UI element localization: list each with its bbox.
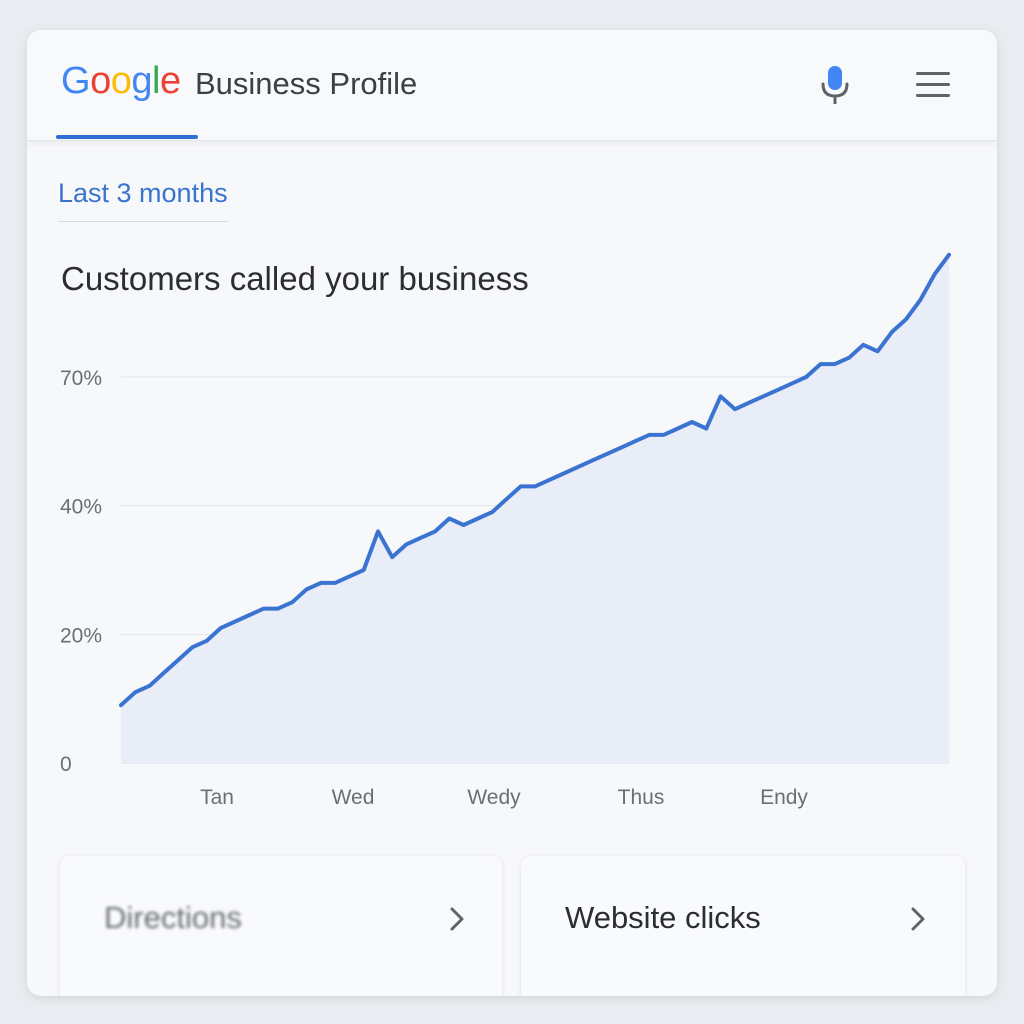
y-tick-label: 20% (60, 624, 102, 647)
chevron-right-icon (450, 907, 464, 931)
calls-chart: 0 20% 40% 70% Tan Wed Wedy Thus Endy (60, 252, 951, 809)
website-clicks-tile[interactable]: Website clicks (521, 856, 965, 996)
x-tick-label: Tan (200, 786, 234, 809)
x-tick-label: Thus (618, 786, 665, 809)
x-tick-label: Wed (332, 786, 375, 809)
y-tick-label: 0 (60, 753, 72, 776)
directions-label: Directions (104, 900, 242, 935)
area-fill (121, 254, 949, 764)
x-tick-label: Wedy (467, 786, 521, 809)
y-tick-label: 70% (60, 367, 102, 390)
website-clicks-label: Website clicks (565, 900, 761, 935)
x-tick-label: Endy (760, 786, 808, 809)
directions-tile[interactable]: Directions (60, 856, 502, 996)
chevron-right-icon (911, 907, 925, 931)
y-tick-label: 40% (60, 496, 102, 519)
business-profile-card: Google Business Profile Last 3 months Cu… (27, 30, 997, 996)
